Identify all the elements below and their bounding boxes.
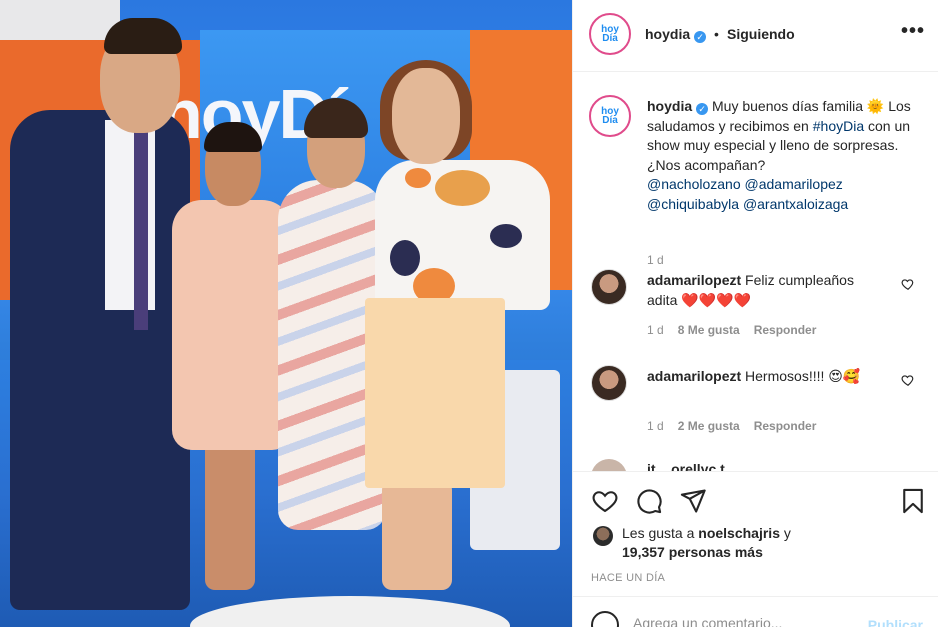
comment-username[interactable]: adamarilopezt (647, 272, 741, 288)
comment-time[interactable]: 1 d (647, 323, 664, 337)
username-text[interactable]: hoydia (645, 26, 690, 42)
comment-body: Hermosos!!!! (741, 368, 829, 384)
caption-time[interactable]: 1 d (647, 253, 664, 267)
post-time[interactable]: HACE UN DÍA (591, 572, 665, 584)
person-skirt (365, 298, 505, 488)
verified-badge-icon: ✓ (696, 103, 709, 115)
likes-text: Les gusta a noelschajris y 19,357 person… (622, 524, 912, 562)
comment-text: adamarilopezt Hermosos!!!! 😍🥰 (647, 367, 887, 387)
header-username[interactable]: hoydia ✓ (645, 26, 707, 43)
person-tie (134, 130, 148, 330)
bookmark-icon[interactable] (899, 487, 927, 515)
comment-emoji: ❤️❤️❤️❤️ (681, 291, 751, 308)
comment-time[interactable]: 1 d (647, 419, 664, 433)
mention-link[interactable]: @arantxaloizaga (743, 196, 848, 212)
avatar-text: Día (602, 33, 618, 44)
polka-dot (490, 224, 522, 248)
person-hair (104, 18, 182, 54)
liker-username[interactable]: noelschajris (698, 525, 780, 541)
person-top (375, 160, 550, 310)
post-panel: hoy Día hoydia ✓ • Siguiendo ••• hoy Día … (572, 0, 938, 627)
separator-dot: • (714, 26, 719, 42)
post-header: hoy Día hoydia ✓ • Siguiendo ••• (573, 0, 938, 72)
person-suit (10, 110, 190, 610)
caption-username[interactable]: hoydia (647, 98, 692, 114)
comment-text: adamarilopezt Feliz cumpleaños adita ❤️❤… (647, 271, 887, 310)
caption-text: hoydia ✓ Muy buenos días familia 🌞 Los sa… (647, 97, 927, 214)
avatar[interactable]: hoy Día (589, 95, 631, 137)
person-legs (382, 480, 452, 590)
send-icon[interactable] (679, 487, 707, 515)
mention-link[interactable]: @nacholozano (647, 176, 741, 192)
polka-dot (390, 240, 420, 276)
comment-avatar[interactable] (591, 269, 627, 305)
comment-username[interactable]: it... orellyc t (647, 461, 725, 471)
post-image[interactable]: hoyDí (0, 0, 572, 627)
comment-username[interactable]: adamarilopezt (647, 368, 741, 384)
comment-avatar[interactable] (591, 365, 627, 401)
more-options-icon[interactable]: ••• (901, 20, 925, 43)
comment-avatar[interactable] (591, 459, 627, 471)
person-legs (205, 440, 255, 590)
person-dress (172, 200, 292, 450)
polka-dot (435, 170, 490, 206)
comment-likes[interactable]: 8 Me gusta (678, 323, 740, 337)
avatar[interactable]: hoy Día (589, 13, 631, 55)
avatar-text: Día (602, 115, 618, 126)
like-comment-icon[interactable] (901, 373, 915, 387)
verified-badge-icon: ✓ (694, 31, 707, 43)
comment-item: it... orellyc t (589, 459, 929, 471)
emoji-icon[interactable] (591, 611, 619, 627)
likes-prefix: Les gusta a (622, 525, 699, 541)
comments-list[interactable]: hoy Día hoydia ✓ Muy buenos días familia … (573, 73, 938, 471)
add-comment-bar: Publicar (573, 596, 938, 627)
avatar[interactable] (593, 526, 613, 546)
likes-count-link[interactable]: 19,357 personas más (622, 544, 763, 560)
likes-middle: y (779, 525, 791, 541)
hashtag-link[interactable]: #hoyDia (813, 118, 864, 134)
comment-emoji: 😍🥰 (828, 368, 861, 384)
comment-meta: 1 d 8 Me gusta Responder (647, 323, 816, 337)
like-comment-icon[interactable] (901, 277, 915, 291)
person-head (392, 68, 460, 164)
polka-dot (405, 168, 431, 188)
post-actions: Les gusta a noelschajris y 19,357 person… (573, 471, 938, 596)
comment-meta: 1 d 2 Me gusta Responder (647, 419, 816, 433)
comment-icon[interactable] (635, 487, 663, 515)
post-comment-button[interactable]: Publicar (868, 617, 923, 627)
reply-button[interactable]: Responder (754, 419, 817, 433)
mention-link[interactable]: @chiquibabyla (647, 196, 739, 212)
heart-icon[interactable] (591, 487, 619, 515)
mention-link[interactable]: @adamarilopez (745, 176, 843, 192)
comment-likes[interactable]: 2 Me gusta (678, 419, 740, 433)
following-button[interactable]: Siguiendo (727, 26, 795, 42)
comment-input[interactable] (633, 615, 853, 627)
reply-button[interactable]: Responder (754, 323, 817, 337)
